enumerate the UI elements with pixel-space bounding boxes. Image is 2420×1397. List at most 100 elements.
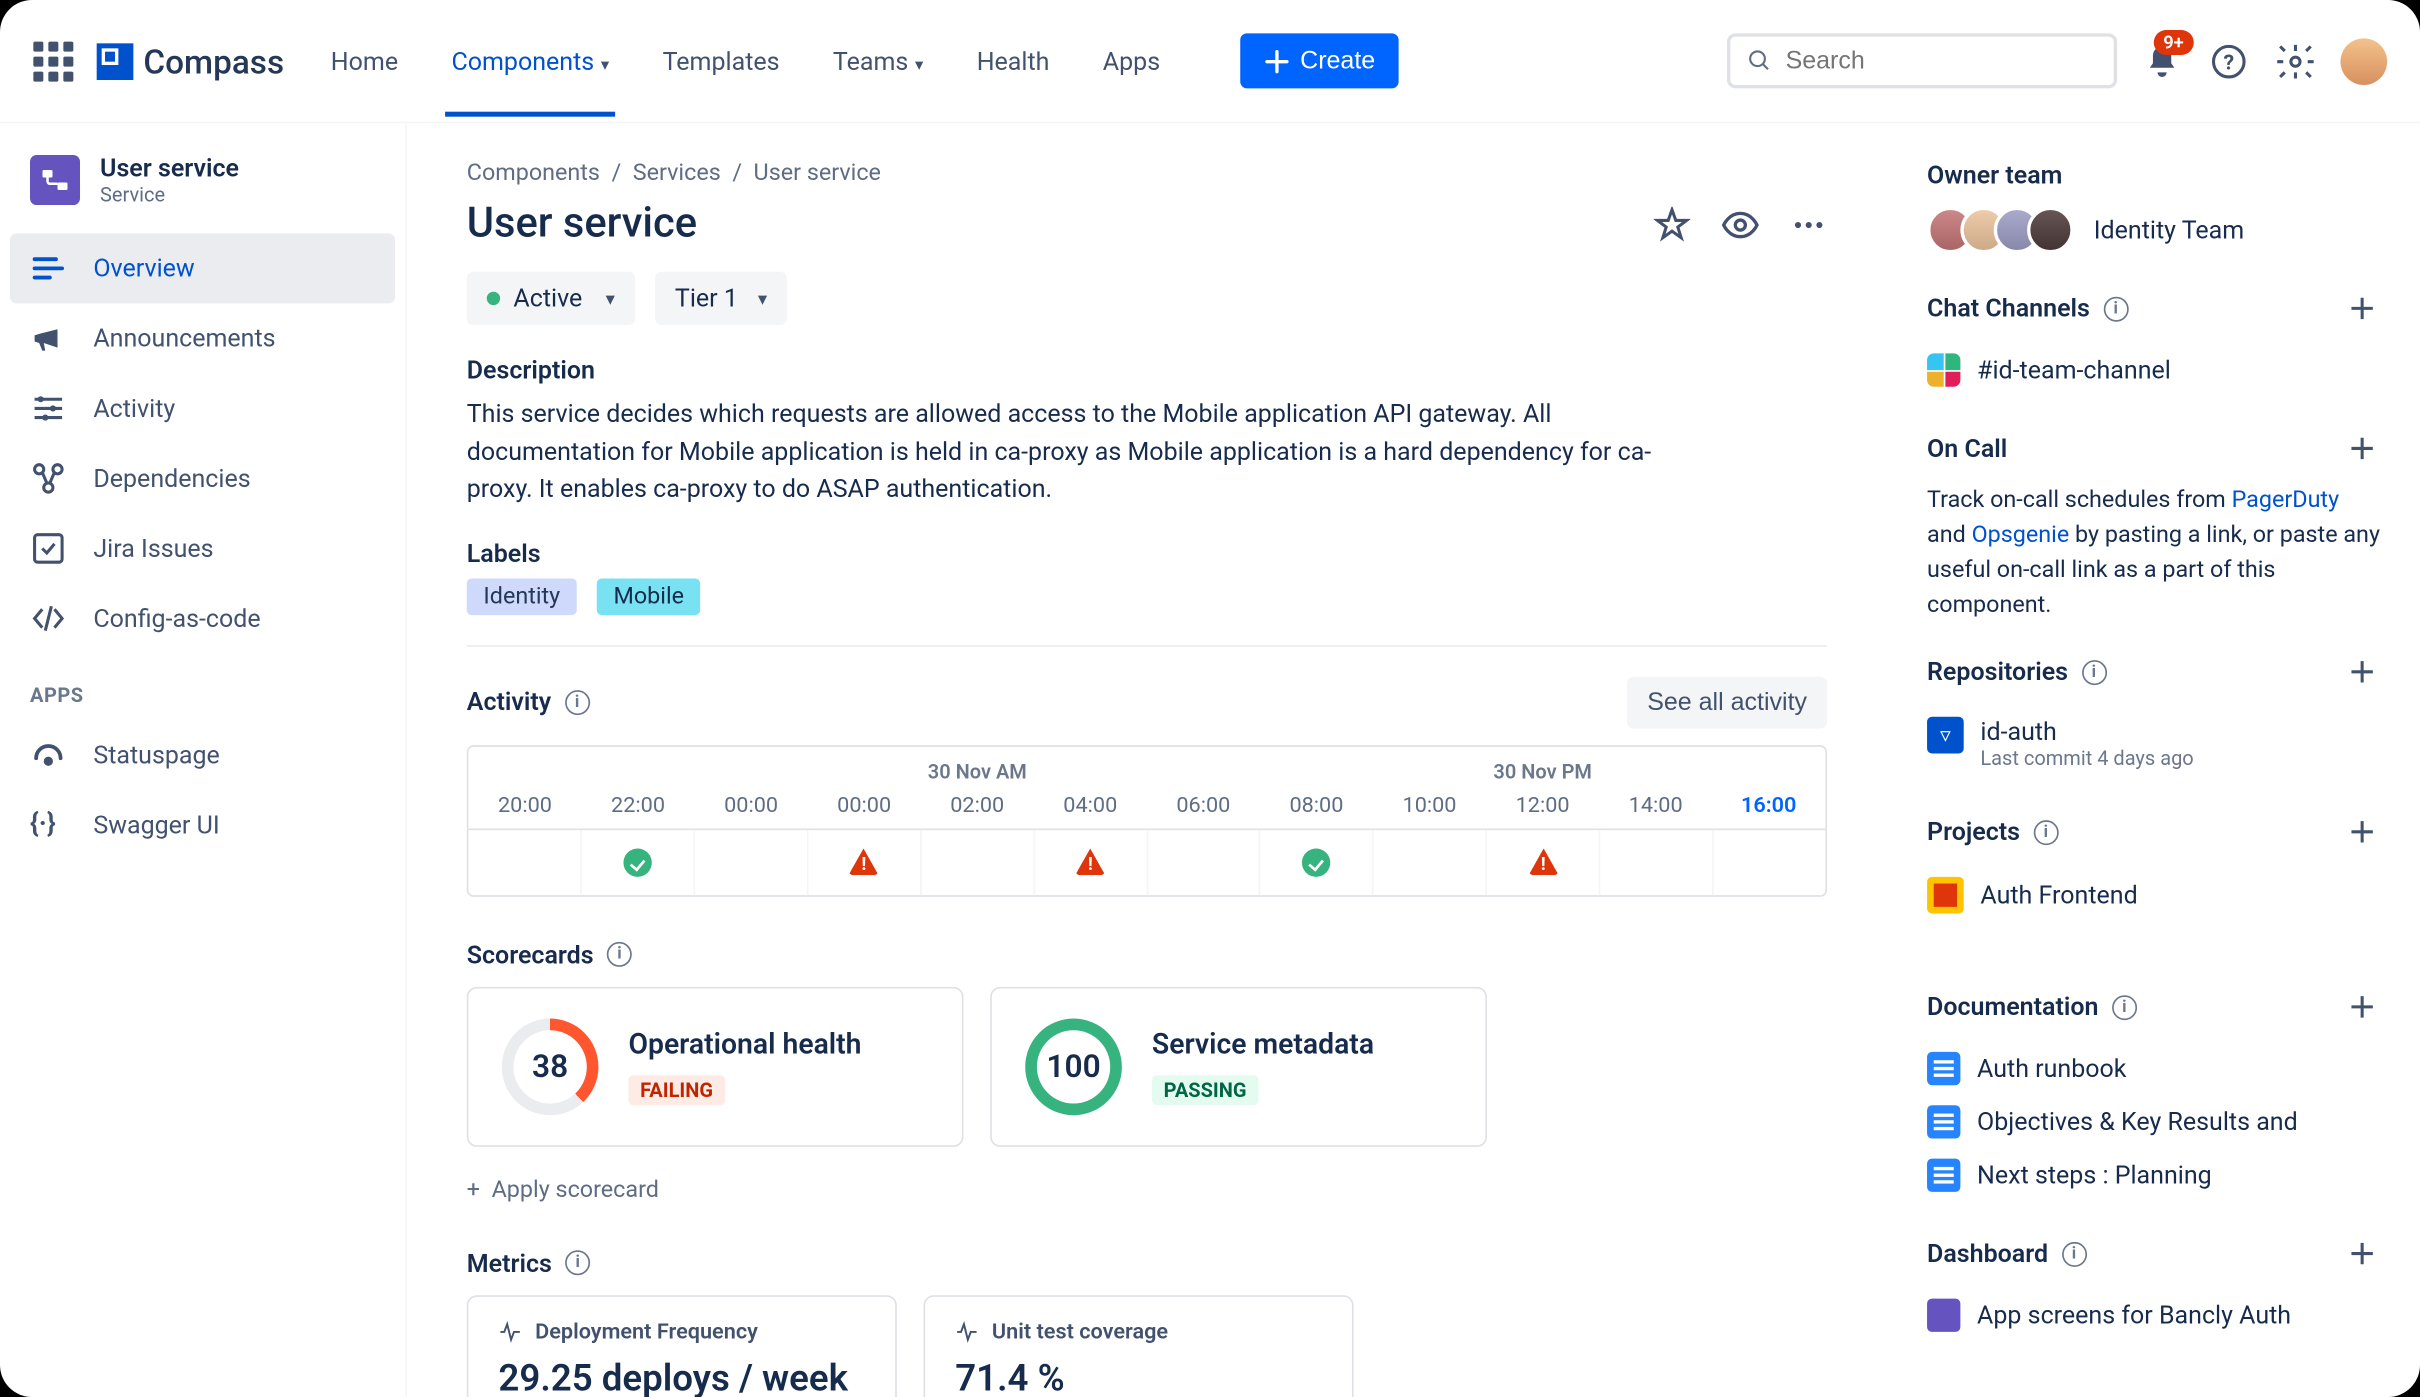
nav-templates[interactable]: Templates (656, 6, 786, 116)
more-icon[interactable] (1790, 206, 1827, 243)
nav-components[interactable]: Components▾ (445, 6, 616, 116)
timeline-time: 20:00 (468, 783, 581, 828)
scorecard-title: Operational health (628, 1028, 861, 1061)
timeline-cell[interactable] (1487, 829, 1600, 894)
nav-teams[interactable]: Teams▾ (826, 6, 930, 116)
team-avatars[interactable] (1927, 207, 2060, 254)
add-button[interactable] (2344, 989, 2381, 1026)
project-item[interactable]: Auth Frontend (1927, 867, 2380, 924)
chevron-down-icon: ▾ (601, 56, 609, 74)
chat-channel-item[interactable]: #id-team-channel (1927, 343, 2380, 396)
info-icon[interactable]: i (565, 1250, 590, 1275)
alert-icon (849, 849, 879, 876)
slack-icon (1927, 353, 1960, 386)
help-button[interactable]: ? (2207, 39, 2250, 82)
add-button[interactable] (2344, 1235, 2381, 1272)
info-icon[interactable]: i (607, 942, 632, 967)
timeline-time: 04:00 (1034, 783, 1147, 828)
watch-icon[interactable] (1720, 204, 1760, 244)
statuspage-icon (30, 737, 67, 774)
notifications-button[interactable]: 9+ (2140, 39, 2183, 82)
label-tag[interactable]: Identity (467, 578, 577, 615)
product-logo[interactable]: Compass (97, 41, 284, 81)
breadcrumb-item[interactable]: Components (467, 160, 600, 187)
star-icon[interactable] (1654, 206, 1691, 243)
timeline-cell[interactable] (1374, 829, 1487, 894)
document-icon (1927, 1052, 1960, 1085)
opsgenie-link[interactable]: Opsgenie (1972, 522, 2070, 549)
doc-item[interactable]: Next steps : Planning (1927, 1149, 2380, 1202)
overview-icon (30, 250, 67, 287)
info-icon[interactable]: i (2103, 296, 2128, 321)
info-icon[interactable]: i (2061, 1241, 2086, 1266)
add-button[interactable] (2344, 290, 2381, 327)
timeline-time: 02:00 (921, 783, 1034, 828)
timeline-cell[interactable] (1261, 829, 1374, 894)
search-input[interactable] (1727, 33, 2117, 88)
megaphone-icon (30, 320, 67, 357)
timeline-cell[interactable] (808, 829, 921, 894)
info-icon[interactable]: i (2112, 994, 2137, 1019)
timeline-date-am: 30 Nov AM (695, 746, 1260, 783)
create-button[interactable]: Create (1240, 33, 1398, 88)
timeline-cell[interactable] (921, 829, 1034, 894)
scorecard[interactable]: 100 Service metadata PASSING (990, 986, 1487, 1146)
label-tag[interactable]: Mobile (597, 578, 701, 615)
sidebar-item-announcements[interactable]: Announcements (0, 303, 405, 373)
nav-home[interactable]: Home (324, 6, 405, 116)
description-heading: Description (467, 355, 1827, 385)
sidebar-item-activity[interactable]: Activity (0, 373, 405, 443)
see-all-activity-button[interactable]: See all activity (1627, 676, 1827, 728)
timeline-cell[interactable] (582, 829, 695, 894)
metric-card[interactable]: Deployment Frequency 29.25 deploys / wee… (467, 1294, 897, 1397)
tier-pill[interactable]: Tier 1▾ (655, 272, 787, 325)
breadcrumb-item[interactable]: User service (754, 160, 881, 187)
timeline-cell[interactable] (1148, 829, 1261, 894)
sidebar-item-dependencies[interactable]: Dependencies (0, 443, 405, 513)
pagerduty-link[interactable]: PagerDuty (2232, 487, 2340, 514)
metrics-heading: Metrics (467, 1248, 552, 1278)
app-switcher-icon[interactable] (33, 41, 73, 81)
page-title: User service (467, 200, 697, 248)
repository-item[interactable]: ▿ id-auth Last commit 4 days ago (1927, 707, 2380, 780)
timeline-time: 10:00 (1373, 783, 1486, 828)
apply-scorecard-button[interactable]: + Apply scorecard (467, 1163, 1827, 1216)
doc-item[interactable]: Objectives & Key Results and (1927, 1095, 2380, 1148)
code-icon (30, 600, 67, 637)
info-icon[interactable]: i (2033, 819, 2058, 844)
sidebar-item-statuspage[interactable]: Statuspage (0, 720, 405, 790)
dashboard-item[interactable]: App screens for Bancly Auth (1927, 1289, 2380, 1342)
doc-item[interactable]: Auth runbook (1927, 1042, 2380, 1095)
team-name[interactable]: Identity Team (2094, 215, 2244, 245)
timeline-date-pm: 30 Nov PM (1260, 746, 1825, 783)
settings-button[interactable] (2274, 39, 2317, 82)
nav-health[interactable]: Health (970, 6, 1056, 116)
add-button[interactable] (2344, 653, 2381, 690)
nav-apps[interactable]: Apps (1096, 6, 1167, 116)
breadcrumb-item[interactable]: Services (633, 160, 721, 187)
sidebar-item-overview[interactable]: Overview (10, 233, 395, 303)
add-button[interactable] (2344, 813, 2381, 850)
status-dot-icon (487, 292, 500, 305)
add-button[interactable] (2344, 430, 2381, 467)
timeline-cell[interactable] (1714, 829, 1826, 894)
labels-heading: Labels (467, 538, 1827, 568)
info-icon[interactable]: i (565, 689, 590, 714)
breadcrumb: Components / Services / User service (467, 160, 1827, 187)
info-icon[interactable]: i (2081, 659, 2106, 684)
bitbucket-icon: ▿ (1927, 717, 1964, 754)
metric-card[interactable]: Unit test coverage 71.4 % (924, 1294, 1354, 1397)
timeline-cell[interactable] (695, 829, 808, 894)
timeline-time: 22:00 (581, 783, 694, 828)
status-pill[interactable]: Active▾ (467, 272, 635, 325)
scorecard[interactable]: 38 Operational health FAILING (467, 986, 964, 1146)
user-avatar[interactable] (2340, 38, 2387, 85)
sidebar-item-config-as-code[interactable]: Config-as-code (0, 583, 405, 653)
timeline-cell[interactable] (1601, 829, 1714, 894)
search-field[interactable] (1786, 47, 2098, 75)
sidebar-item-jira-issues[interactable]: Jira Issues (0, 513, 405, 583)
chevron-down-icon: ▾ (758, 288, 767, 310)
timeline-cell[interactable] (1035, 829, 1148, 894)
timeline-cell[interactable] (468, 829, 581, 894)
sidebar-item-swagger[interactable]: {·} Swagger UI (0, 790, 405, 860)
